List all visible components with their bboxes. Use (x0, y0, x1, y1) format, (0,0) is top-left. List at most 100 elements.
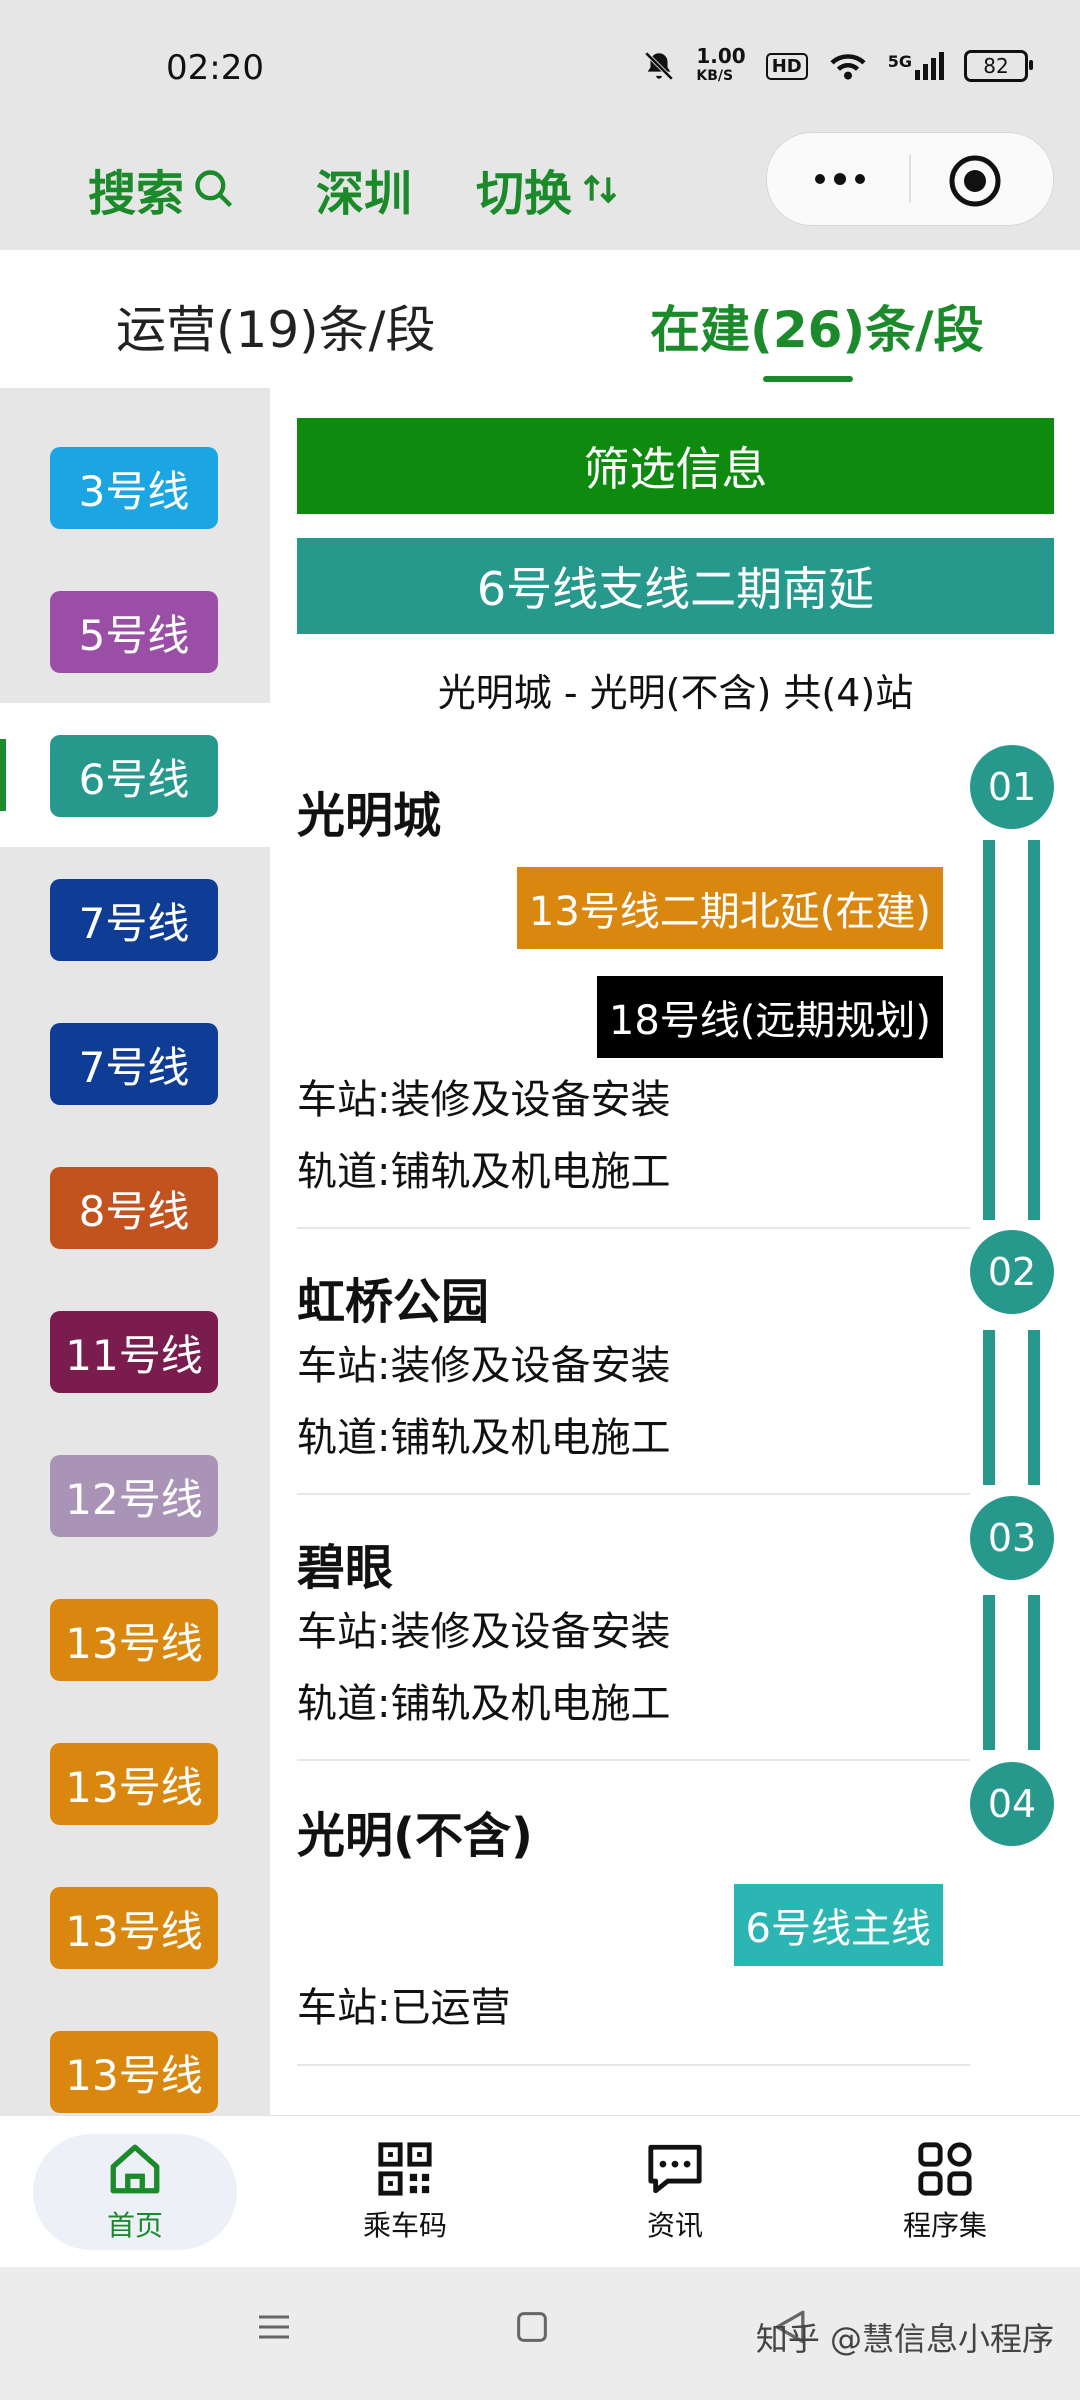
tab-program-collection[interactable]: 程序集 (845, 2116, 1045, 2268)
line-sidebar: 3号线 5号线 6号线 7号线 7号线 8号线 11号线 12号线 13号线 13号线 13号线 13… (0, 415, 270, 2115)
line-pill: 7号线 (50, 879, 218, 961)
tab-ride-code-label: 乘车码 (362, 2209, 447, 2242)
line-pill: 5号线 (50, 591, 218, 673)
filter-button[interactable]: 筛选信息 (297, 418, 1054, 514)
sidebar-item-line[interactable]: 13号线 (0, 1711, 270, 1855)
station-progress: 车站:已运营 (297, 1985, 511, 2031)
capsule-divider (909, 155, 911, 203)
status-tabs: 运营(19)条/段 在建(26)条/段 (0, 250, 1080, 389)
line-pill: 13号线 (50, 1743, 218, 1825)
line-pill: 13号线 (50, 1887, 218, 1969)
mini-program-capsule (766, 132, 1054, 226)
tab-home[interactable]: 首页 (35, 2116, 235, 2268)
sidebar-item-line[interactable]: 11号线 (0, 1279, 270, 1423)
active-tab-indicator (763, 376, 853, 382)
line-pill: 12号线 (50, 1455, 218, 1537)
switch-button[interactable]: 切换 (476, 154, 620, 224)
watermark: 知乎 @慧信息小程序 (755, 2320, 1054, 2358)
station-progress: 车站:装修及设备安装 (297, 1609, 671, 1655)
wifi-icon (830, 54, 866, 80)
station-divider (297, 1759, 970, 1761)
status-icons: 1.00 KB/S HD 5G 82 (642, 46, 1033, 86)
line-pill: 7号线 (50, 1023, 218, 1105)
search-button[interactable]: 搜索 (88, 154, 236, 224)
station-number-badge: 02 (970, 1230, 1054, 1314)
network-speed: 1.00 KB/S (696, 46, 745, 86)
track-segment (1028, 1595, 1040, 1750)
track-segment (983, 1330, 995, 1485)
status-time: 02:20 (166, 48, 264, 88)
sidebar-item-line[interactable]: 5号线 (0, 559, 270, 703)
track-segment (983, 840, 995, 1220)
line-pill: 3号线 (50, 447, 218, 529)
sidebar-item-line[interactable]: 13号线 (0, 1999, 270, 2115)
sidebar-item-line[interactable]: 6号线 (0, 703, 270, 847)
station-number-badge: 04 (970, 1762, 1054, 1846)
cellular-signal-icon: 5G (888, 52, 944, 80)
sidebar-item-line[interactable]: 8号线 (0, 1135, 270, 1279)
grid-apps-icon (918, 2142, 972, 2196)
search-label: 搜索 (88, 166, 185, 222)
station-divider (297, 2064, 970, 2066)
more-dots-icon (815, 173, 865, 185)
line-pill: 8号线 (50, 1167, 218, 1249)
home-icon (110, 2144, 160, 2194)
close-mini-program-button[interactable] (947, 153, 1003, 209)
tab-program-collection-label: 程序集 (902, 2209, 987, 2242)
track-progress: 轨道:铺轨及机电施工 (297, 1681, 671, 1727)
station-name: 光明(不含) (297, 1808, 533, 1864)
network-type: 5G (887, 52, 912, 71)
status-bar: 02:20 1.00 KB/S HD 5G 82 (0, 0, 1080, 126)
station-number-badge: 03 (970, 1496, 1054, 1580)
tab-news-label: 资讯 (646, 2209, 703, 2242)
track-segment (983, 1595, 995, 1750)
transfer-line-badge: 13号线二期北延(在建) (516, 867, 943, 949)
station-name: 碧眼 (297, 1540, 394, 1596)
transfer-line-badge: 18号线(远期规划) (596, 976, 943, 1058)
line-pill: 13号线 (50, 2031, 218, 2113)
station-divider (297, 1493, 970, 1495)
mute-bell-icon (645, 51, 674, 81)
track-progress: 轨道:铺轨及机电施工 (297, 1149, 671, 1195)
sidebar-item-line[interactable]: 13号线 (0, 1567, 270, 1711)
hd-badge: HD (765, 52, 808, 80)
target-circle-icon (949, 155, 1001, 207)
qr-code-icon (378, 2142, 432, 2196)
track-progress: 轨道:铺轨及机电施工 (297, 1415, 671, 1461)
tab-news[interactable]: 资讯 (575, 2116, 775, 2268)
sidebar-item-line[interactable]: 3号线 (0, 415, 270, 559)
station-divider (297, 1227, 970, 1229)
home-square-icon[interactable] (512, 2307, 552, 2347)
track-segment (1028, 840, 1040, 1220)
swap-arrows-icon (583, 174, 617, 204)
tab-under-construction[interactable]: 在建(26)条/段 (650, 290, 984, 362)
more-menu-button[interactable] (805, 159, 875, 199)
track-segment (1028, 1330, 1040, 1485)
station-number-badge: 01 (970, 745, 1054, 829)
station-progress: 车站:装修及设备安装 (297, 1343, 671, 1389)
tab-operating[interactable]: 运营(19)条/段 (116, 290, 435, 362)
switch-label: 切换 (476, 166, 573, 222)
station-name: 虹桥公园 (297, 1274, 490, 1330)
line-title: 6号线支线二期南延 (297, 538, 1054, 634)
sidebar-item-line[interactable]: 7号线 (0, 847, 270, 991)
sidebar-item-line[interactable]: 12号线 (0, 1423, 270, 1567)
recents-menu-icon[interactable] (254, 2307, 294, 2347)
station-progress: 车站:装修及设备安装 (297, 1077, 671, 1123)
bottom-tab-bar: 首页 乘车码 资讯 程序集 (0, 2115, 1080, 2268)
city-selector[interactable]: 深圳 (316, 154, 412, 224)
line-pill: 11号线 (50, 1311, 218, 1393)
network-speed-value: 1.00 (696, 44, 746, 68)
tab-ride-code[interactable]: 乘车码 (305, 2116, 505, 2268)
transfer-line-badge: 6号线主线 (733, 1884, 943, 1966)
city-label: 深圳 (316, 166, 413, 222)
line-pill: 13号线 (50, 1599, 218, 1681)
sidebar-item-line[interactable]: 7号线 (0, 991, 270, 1135)
search-icon (195, 170, 233, 208)
sidebar-item-line[interactable]: 13号线 (0, 1855, 270, 1999)
route-summary: 光明城 - 光明(不含) 共(4)站 (437, 671, 914, 715)
station-name: 光明城 (297, 788, 442, 844)
network-speed-unit: KB/S (696, 68, 734, 84)
battery-icon: 82 (964, 50, 1033, 82)
line-pill: 6号线 (50, 735, 218, 817)
